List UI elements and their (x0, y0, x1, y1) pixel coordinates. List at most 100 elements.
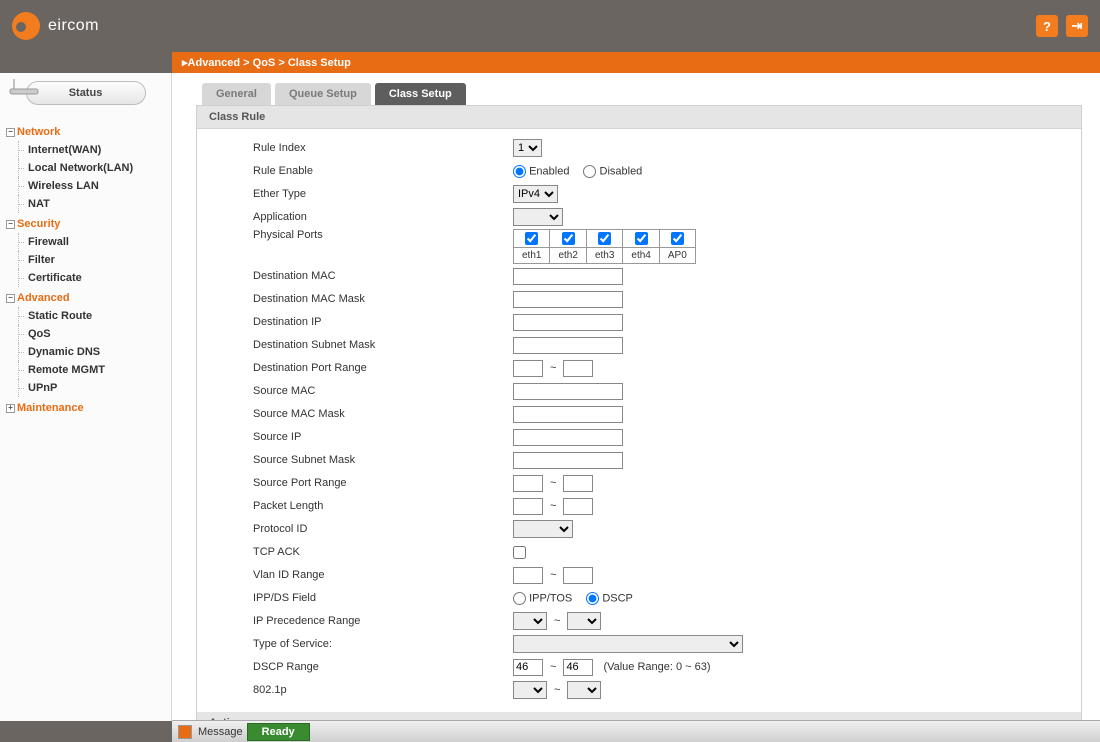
port-eth4-checkbox[interactable] (635, 232, 648, 245)
src-subnet-input[interactable] (513, 452, 623, 469)
vlan-from-input[interactable] (513, 567, 543, 584)
p8021-from-select[interactable] (513, 681, 547, 699)
port-eth1-checkbox[interactable] (525, 232, 538, 245)
label-packet-length: Packet Length (253, 500, 513, 512)
sidebar-item-upnp[interactable]: UPnP (6, 379, 171, 397)
ip-prec-to-select[interactable] (567, 612, 601, 630)
tabs: General Queue Setup Class Setup (202, 83, 1082, 105)
help-icon[interactable]: ? (1036, 15, 1058, 37)
dest-port-from-input[interactable] (513, 360, 543, 377)
nav-tree: −Network Internet(WAN) Local Network(LAN… (0, 119, 171, 417)
status-label: Message (198, 726, 243, 738)
protocol-id-select[interactable] (513, 520, 573, 538)
physical-ports-table: eth1 eth2 eth3 eth4 AP0 (513, 229, 696, 264)
tos-select[interactable] (513, 635, 743, 653)
tcp-ack-checkbox[interactable] (513, 546, 526, 559)
p8021-to-select[interactable] (567, 681, 601, 699)
port-label-eth4: eth4 (623, 248, 659, 264)
status-value: Ready (247, 723, 310, 741)
breadcrumb-l3: Class Setup (288, 57, 351, 69)
sidebar-item-certificate[interactable]: Certificate (6, 269, 171, 287)
tab-queue-setup[interactable]: Queue Setup (275, 83, 371, 105)
tab-class-setup[interactable]: Class Setup (375, 83, 466, 105)
sidebar-item-filter[interactable]: Filter (6, 251, 171, 269)
port-eth2-checkbox[interactable] (562, 232, 575, 245)
tab-general[interactable]: General (202, 83, 271, 105)
sidebar-item-internet-wan[interactable]: Internet(WAN) (6, 141, 171, 159)
src-mac-mask-input[interactable] (513, 406, 623, 423)
port-ap0-checkbox[interactable] (671, 232, 684, 245)
pkt-len-from-input[interactable] (513, 498, 543, 515)
src-mac-input[interactable] (513, 383, 623, 400)
vlan-to-input[interactable] (563, 567, 593, 584)
label-8021p: 802.1p (253, 684, 513, 696)
dest-ip-input[interactable] (513, 314, 623, 331)
ipp-tos-radio[interactable]: IPP/TOS (513, 592, 572, 605)
label-src-port-range: Source Port Range (253, 477, 513, 489)
label-dest-port-range: Destination Port Range (253, 362, 513, 374)
sidebar-item-firewall[interactable]: Firewall (6, 233, 171, 251)
logo-area: eircom (12, 12, 99, 40)
main-content: General Queue Setup Class Setup Class Ru… (172, 73, 1100, 721)
label-application: Application (253, 211, 513, 223)
label-dest-mac-mask: Destination MAC Mask (253, 293, 513, 305)
label-src-ip: Source IP (253, 431, 513, 443)
dest-subnet-input[interactable] (513, 337, 623, 354)
label-protocol-id: Protocol ID (253, 523, 513, 535)
dscp-to-input[interactable] (563, 659, 593, 676)
sidebar-item-static-route[interactable]: Static Route (6, 307, 171, 325)
port-label-eth2: eth2 (550, 248, 586, 264)
rule-index-select[interactable]: 1 (513, 139, 542, 157)
dest-mac-input[interactable] (513, 268, 623, 285)
label-vlan-id-range: Vlan ID Range (253, 569, 513, 581)
dest-mac-mask-input[interactable] (513, 291, 623, 308)
sidebar-item-remote-mgmt[interactable]: Remote MGMT (6, 361, 171, 379)
src-ip-input[interactable] (513, 429, 623, 446)
sidebar-item-dynamic-dns[interactable]: Dynamic DNS (6, 343, 171, 361)
label-tcp-ack: TCP ACK (253, 546, 513, 558)
label-ipp-ds: IPP/DS Field (253, 592, 513, 604)
brand-name: eircom (48, 17, 99, 35)
pkt-len-to-input[interactable] (563, 498, 593, 515)
breadcrumb: ▸Advanced > QoS > Class Setup (172, 52, 1100, 73)
status-button[interactable]: Status (26, 81, 146, 105)
sidebar-item-local-network-lan[interactable]: Local Network(LAN) (6, 159, 171, 177)
dscp-radio[interactable]: DSCP (586, 592, 633, 605)
breadcrumb-l2[interactable]: QoS (253, 57, 276, 69)
dest-port-to-input[interactable] (563, 360, 593, 377)
port-eth3-checkbox[interactable] (598, 232, 611, 245)
rule-enable-enabled[interactable]: Enabled (513, 165, 569, 178)
breadcrumb-l1[interactable]: Advanced (188, 57, 241, 69)
sidebar-item-qos[interactable]: QoS (6, 325, 171, 343)
status-bar: Message Ready (172, 720, 1100, 742)
logout-icon[interactable]: ⇥ (1066, 15, 1088, 37)
label-dest-mac: Destination MAC (253, 270, 513, 282)
label-rule-enable: Rule Enable (253, 165, 513, 177)
port-label-ap0: AP0 (659, 248, 695, 264)
sidebar-item-wireless-lan[interactable]: Wireless LAN (6, 177, 171, 195)
app-header: eircom ? ⇥ (0, 0, 1100, 52)
settings-panel: Class Rule Rule Index 1 Rule Enable Enab… (196, 105, 1082, 721)
brand-logo-icon (12, 12, 40, 40)
nav-group-network[interactable]: −Network (6, 123, 171, 141)
application-select[interactable] (513, 208, 563, 226)
nav-group-security[interactable]: −Security (6, 215, 171, 233)
label-src-subnet: Source Subnet Mask (253, 454, 513, 466)
label-ip-prec-range: IP Precedence Range (253, 615, 513, 627)
rule-enable-disabled[interactable]: Disabled (583, 165, 642, 178)
src-port-to-input[interactable] (563, 475, 593, 492)
src-port-from-input[interactable] (513, 475, 543, 492)
label-dest-subnet: Destination Subnet Mask (253, 339, 513, 351)
status-indicator-icon (178, 725, 192, 739)
ether-type-select[interactable]: IPv4 (513, 185, 558, 203)
label-rule-index: Rule Index (253, 142, 513, 154)
label-src-mac: Source MAC (253, 385, 513, 397)
ip-prec-from-select[interactable] (513, 612, 547, 630)
router-icon (8, 77, 42, 97)
nav-group-maintenance[interactable]: +Maintenance (6, 399, 171, 417)
dscp-from-input[interactable] (513, 659, 543, 676)
nav-group-advanced[interactable]: −Advanced (6, 289, 171, 307)
sidebar: Status −Network Internet(WAN) Local Netw… (0, 73, 172, 721)
port-label-eth3: eth3 (586, 248, 622, 264)
sidebar-item-nat[interactable]: NAT (6, 195, 171, 213)
